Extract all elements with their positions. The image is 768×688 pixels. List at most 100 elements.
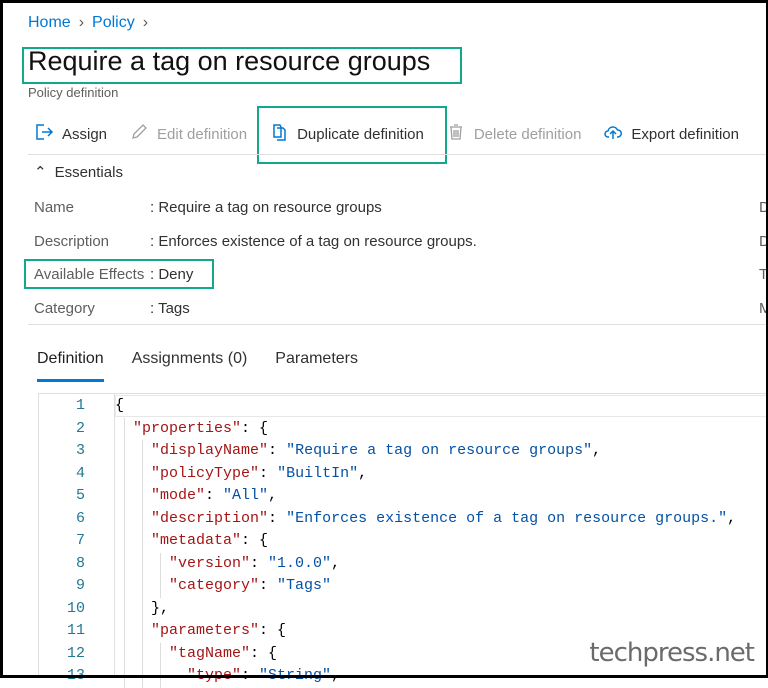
code-token: , — [358, 464, 368, 482]
code-token: "1.0.0" — [268, 554, 332, 572]
toolbar-label: Export definition — [631, 125, 739, 143]
toolbar-label: Assign — [62, 125, 108, 143]
code-token: "Tags" — [277, 577, 332, 594]
assign-button[interactable]: Assign — [34, 122, 107, 146]
line-number: 9 — [75, 577, 85, 594]
code-line: "metadata": { — [115, 530, 268, 553]
code-token: : — [268, 509, 287, 527]
highlight-title — [22, 47, 462, 84]
indent-guide — [124, 417, 125, 688]
code-line: "category": "Tags" — [115, 575, 331, 598]
indent-guide — [142, 440, 143, 688]
code-token: "version" — [169, 554, 251, 572]
essentials-toggle[interactable]: ⌃ Essentials — [34, 163, 123, 182]
truncated-field-label: M — [759, 299, 768, 317]
export-definition-button[interactable]: Export definition — [603, 122, 739, 146]
code-token: , — [592, 442, 602, 459]
code-token: "Enforces existence of a tag on resource… — [286, 509, 728, 527]
code-token: : — [259, 577, 278, 594]
code-token: : { — [250, 644, 278, 662]
delete-definition-button[interactable]: Delete definition — [446, 122, 581, 146]
code-token: "metadata" — [151, 532, 242, 549]
breadcrumb-home[interactable]: Home — [28, 14, 71, 32]
divider — [28, 324, 768, 325]
truncated-field-label: D — [759, 199, 768, 216]
code-token: "All" — [223, 487, 269, 504]
code-editor[interactable]: 1{2 "properties": {3 "displayName": "Req… — [38, 393, 768, 688]
code-token: : — [250, 554, 269, 572]
cloud-upload-icon — [603, 122, 623, 146]
code-token: }, — [151, 599, 170, 617]
field-label: Name — [34, 199, 75, 216]
line-number: 6 — [75, 509, 85, 527]
code-token: "properties" — [133, 419, 242, 437]
breadcrumb: Home › Policy › — [28, 14, 148, 32]
tab-parameters[interactable]: Parameters — [275, 350, 358, 382]
trash-icon — [446, 122, 466, 146]
breadcrumb-policy[interactable]: Policy — [92, 14, 135, 32]
highlight-duplicate — [257, 106, 447, 164]
code-token: "type" — [187, 667, 242, 684]
line-number: 8 — [75, 554, 85, 572]
field-value: : Enforces existence of a tag on resourc… — [150, 232, 477, 250]
code-token: , — [268, 487, 278, 504]
line-number: 11 — [66, 622, 85, 639]
code-token: : — [259, 464, 278, 482]
line-number: 2 — [75, 419, 85, 437]
code-line: "policyType": "BuiltIn", — [115, 463, 367, 486]
current-line-highlight — [115, 395, 768, 417]
code-token: : { — [241, 419, 269, 437]
essentials-field: Name : Require a tag on resource groups — [34, 199, 382, 216]
line-number: 10 — [66, 599, 85, 617]
tab-definition[interactable]: Definition — [37, 350, 104, 382]
field-value: : Require a tag on resource groups — [150, 199, 382, 216]
code-token: : { — [259, 622, 287, 639]
pencil-icon — [129, 122, 149, 146]
indent-guide — [160, 642, 161, 688]
edit-definition-button[interactable]: Edit definition — [129, 122, 247, 146]
essentials-field: Description: Enforces existence of a tag… — [34, 233, 477, 250]
field-value: : Tags — [150, 299, 190, 317]
line-number: 3 — [75, 442, 85, 459]
code-token: "String" — [259, 667, 332, 684]
code-token: , — [331, 554, 341, 572]
line-number: 7 — [75, 532, 85, 549]
field-label: Category — [34, 299, 95, 317]
chevron-up-icon: ⌃ — [34, 164, 47, 181]
essentials-label: Essentials — [54, 163, 123, 181]
divider — [28, 154, 768, 155]
code-line: "properties": { — [115, 418, 268, 441]
code-line: "displayName": "Require a tag on resourc… — [115, 440, 601, 463]
assign-icon — [34, 122, 54, 146]
code-token: "category" — [169, 577, 260, 594]
page-subtitle: Policy definition — [28, 85, 119, 100]
truncated-field-label: T — [759, 266, 768, 283]
code-token: , — [727, 509, 737, 527]
code-token: "tagName" — [169, 644, 251, 662]
code-line: { — [115, 395, 124, 418]
toolbar-label: Edit definition — [157, 125, 248, 143]
line-number: 12 — [66, 644, 85, 662]
code-token: "BuiltIn" — [277, 464, 359, 482]
code-line: "tagName": { — [115, 643, 277, 666]
code-token: { — [115, 397, 125, 414]
tab-assignments[interactable]: Assignments (0) — [132, 350, 248, 382]
code-line: "version": "1.0.0", — [115, 553, 340, 576]
code-token: "Require a tag on resource groups" — [286, 442, 593, 459]
code-line: "description": "Enforces existence of a … — [115, 508, 736, 531]
code-token: "displayName" — [151, 442, 269, 459]
chevron-right-icon: › — [78, 14, 85, 31]
code-token: : — [268, 442, 287, 459]
line-number: 1 — [75, 397, 85, 414]
code-token: "description" — [151, 509, 269, 527]
code-token: "mode" — [151, 487, 206, 504]
truncated-field-label: D — [759, 232, 768, 250]
watermark: techpress.net — [589, 638, 755, 668]
code-token: "parameters" — [151, 622, 260, 639]
